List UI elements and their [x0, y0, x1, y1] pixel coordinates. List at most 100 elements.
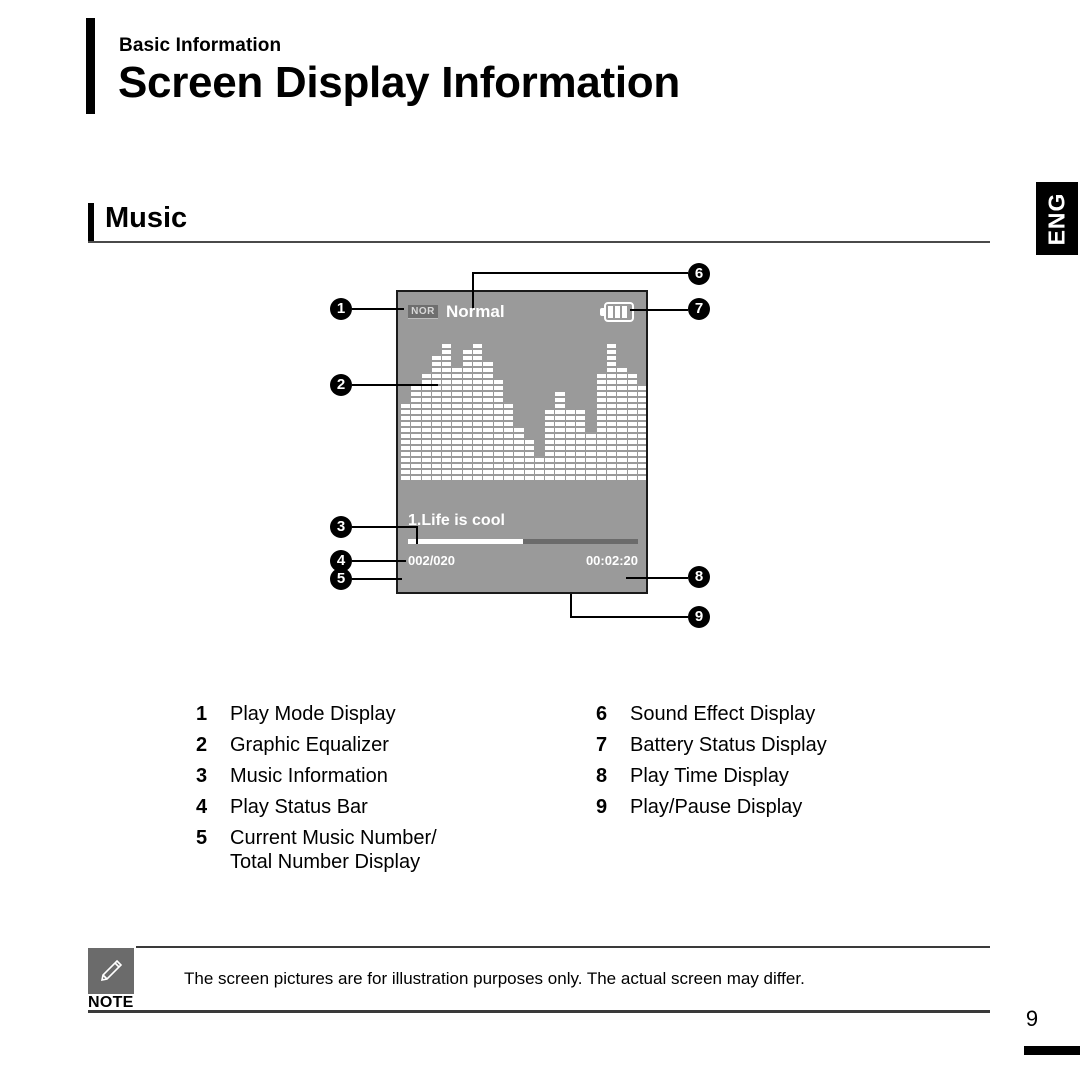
equalizer-segment	[473, 368, 483, 372]
equalizer-segment	[462, 476, 473, 480]
equalizer-segment	[473, 434, 483, 438]
equalizer-segment	[545, 416, 555, 420]
equalizer-segment	[565, 464, 576, 468]
equalizer-segment	[452, 386, 462, 390]
equalizer-segment	[514, 458, 524, 462]
equalizer-segment	[452, 446, 462, 450]
section-heading: Music	[88, 202, 990, 247]
equalizer-segment	[473, 476, 483, 480]
legend-number: 8	[596, 765, 608, 787]
legend-item: 5 Current Music Number/ Total Number Dis…	[196, 826, 596, 874]
equalizer-segment	[606, 368, 617, 372]
legend-number: 1	[196, 703, 208, 725]
equalizer-segment	[442, 446, 452, 450]
equalizer-segment	[462, 386, 473, 390]
section-divider	[88, 241, 990, 243]
legend-label: Play Mode Display	[230, 703, 396, 725]
equalizer-segment	[483, 368, 493, 372]
equalizer-segment	[637, 446, 646, 450]
equalizer-segment	[473, 470, 483, 474]
equalizer-segment	[637, 428, 646, 432]
equalizer-segment	[411, 464, 421, 468]
legend-item: 4 Play Status Bar	[196, 795, 596, 819]
callout-8-line	[626, 577, 688, 579]
equalizer-bar	[401, 404, 411, 480]
equalizer-segment	[411, 416, 421, 420]
equalizer-segment	[483, 452, 493, 456]
equalizer-segment	[596, 434, 606, 438]
equalizer-segment	[462, 422, 473, 426]
equalizer-segment	[411, 440, 421, 444]
equalizer-segment	[473, 386, 483, 390]
equalizer-bar	[596, 374, 606, 480]
equalizer-segment	[431, 446, 442, 450]
equalizer-segment	[565, 434, 576, 438]
equalizer-segment	[637, 452, 646, 456]
equalizer-bar	[545, 410, 555, 480]
battery-cell	[615, 306, 620, 318]
equalizer-segment	[493, 458, 503, 462]
equalizer-segment	[483, 476, 493, 480]
equalizer-segment	[431, 464, 442, 468]
legend-number: 7	[596, 734, 608, 756]
equalizer-segment	[596, 452, 606, 456]
equalizer-segment	[503, 458, 514, 462]
equalizer-segment	[462, 428, 473, 432]
callout-badge-6: 6	[688, 263, 710, 285]
equalizer-segment	[442, 464, 452, 468]
equalizer-segment	[627, 392, 637, 396]
equalizer-segment	[586, 476, 596, 480]
equalizer-segment	[545, 440, 555, 444]
equalizer-segment	[637, 458, 646, 462]
equalizer-segment	[555, 398, 565, 402]
equalizer-segment	[462, 362, 473, 366]
equalizer-segment	[431, 428, 442, 432]
equalizer-segment	[421, 440, 431, 444]
equalizer-segment	[555, 428, 565, 432]
equalizer-segment	[617, 434, 627, 438]
equalizer-segment	[473, 350, 483, 354]
callout-badge-1: 1	[330, 298, 352, 320]
equalizer-segment	[473, 458, 483, 462]
equalizer-segment	[431, 434, 442, 438]
equalizer-segment	[411, 392, 421, 396]
equalizer-segment	[617, 464, 627, 468]
equalizer-segment	[411, 386, 421, 390]
equalizer-segment	[596, 464, 606, 468]
equalizer-segment	[606, 476, 617, 480]
equalizer-segment	[637, 404, 646, 408]
legend-label: Battery Status Display	[630, 734, 827, 756]
equalizer-segment	[534, 470, 545, 474]
equalizer-segment	[462, 410, 473, 414]
equalizer-segment	[503, 416, 514, 420]
equalizer-segment	[637, 416, 646, 420]
callout-badge-8: 8	[688, 566, 710, 588]
play-time-display: 00:02:20	[585, 553, 638, 568]
equalizer-segment	[401, 434, 411, 438]
equalizer-segment	[555, 464, 565, 468]
equalizer-segment	[606, 356, 617, 360]
equalizer-segment	[545, 434, 555, 438]
equalizer-segment	[565, 452, 576, 456]
callout-3-line-h	[352, 526, 418, 528]
equalizer-segment	[617, 458, 627, 462]
equalizer-segment	[452, 452, 462, 456]
equalizer-segment	[627, 446, 637, 450]
callout-badge-3: 3	[330, 516, 352, 538]
equalizer-segment	[555, 470, 565, 474]
equalizer-segment	[473, 452, 483, 456]
equalizer-segment	[421, 416, 431, 420]
legend-number: 2	[196, 734, 208, 756]
equalizer-segment	[627, 464, 637, 468]
equalizer-segment	[514, 440, 524, 444]
page-header: Basic Information Screen Display Informa…	[86, 18, 786, 118]
equalizer-segment	[617, 440, 627, 444]
equalizer-segment	[421, 434, 431, 438]
language-tab-eng: ENG	[1036, 182, 1078, 255]
equalizer-segment	[606, 410, 617, 414]
equalizer-segment	[606, 374, 617, 378]
equalizer-segment	[442, 470, 452, 474]
current-music-number: 002/020	[408, 553, 455, 568]
equalizer-segment	[411, 410, 421, 414]
equalizer-segment	[627, 398, 637, 402]
